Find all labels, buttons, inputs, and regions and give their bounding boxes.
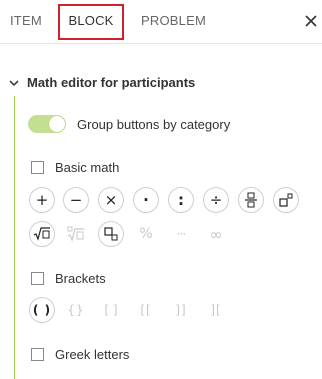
left-brackets-button[interactable]: [[ — [133, 297, 159, 323]
percent-icon: % — [139, 226, 153, 242]
section-header-math-editor[interactable]: Math editor for participants — [8, 72, 195, 92]
dot-icon: · — [143, 191, 149, 209]
nth-root-icon — [67, 226, 84, 242]
brackets-row: Brackets — [31, 270, 106, 286]
subscript-icon — [104, 227, 118, 241]
brackets-checkbox[interactable] — [31, 271, 44, 285]
minus-icon: − — [69, 191, 83, 209]
dot-button[interactable]: · — [133, 187, 159, 213]
infinity-icon: ∞ — [209, 224, 223, 244]
basic-math-row: Basic math — [31, 159, 119, 175]
divide-icon: ÷ — [209, 191, 223, 209]
left-brackets-icon: [[ — [140, 303, 152, 317]
colon-button[interactable]: : — [168, 187, 194, 213]
tab-bar: ITEM BLOCK PROBLEM — [0, 0, 322, 44]
tab-block[interactable]: BLOCK — [58, 4, 124, 40]
basic-math-label: Basic math — [55, 159, 120, 175]
subscript-button[interactable] — [98, 221, 124, 247]
square-brackets-icon: [ ] — [104, 303, 118, 317]
tab-problem[interactable]: PROBLEM — [141, 0, 206, 44]
fraction-icon — [245, 192, 257, 208]
toggle-label: Group buttons by category — [77, 116, 231, 132]
minus-button[interactable]: − — [63, 187, 89, 213]
group-buttons-toggle-row: Group buttons by category — [28, 114, 230, 134]
ellipsis-icon: ··· — [176, 227, 187, 241]
reversed-brackets-icon: ][ — [210, 303, 222, 317]
section-title: Math editor for participants — [27, 74, 196, 90]
plus-icon: + — [35, 191, 49, 209]
greek-letters-checkbox[interactable] — [31, 347, 44, 361]
infinity-button[interactable]: ∞ — [203, 221, 229, 247]
section-divider-line — [14, 96, 15, 379]
times-icon: × — [104, 191, 118, 209]
curly-braces-button[interactable]: {} — [63, 297, 89, 323]
superscript-icon — [279, 193, 293, 207]
chevron-down-icon — [8, 76, 20, 88]
curly-braces-icon: {} — [67, 303, 85, 317]
plus-button[interactable]: + — [29, 187, 55, 213]
right-brackets-icon: ]] — [175, 303, 187, 317]
square-brackets-button[interactable]: [ ] — [98, 297, 124, 323]
tab-item[interactable]: ITEM — [10, 0, 42, 44]
nth-root-button[interactable] — [63, 221, 89, 247]
colon-icon: : — [178, 191, 184, 209]
percent-button[interactable]: % — [133, 221, 159, 247]
basic-math-checkbox[interactable] — [31, 160, 44, 174]
square-root-button[interactable] — [29, 221, 55, 247]
square-root-icon — [33, 227, 50, 241]
right-brackets-button[interactable]: ]] — [168, 297, 194, 323]
times-button[interactable]: × — [98, 187, 124, 213]
greek-letters-row: Greek letters — [31, 346, 129, 362]
parentheses-icon: ( ) — [32, 303, 52, 317]
close-icon[interactable] — [302, 11, 320, 31]
superscript-button[interactable] — [273, 187, 299, 213]
toggle-knob — [49, 116, 65, 132]
fraction-button[interactable] — [238, 187, 264, 213]
brackets-label: Brackets — [55, 270, 106, 286]
parentheses-button[interactable]: ( ) — [29, 297, 55, 323]
reversed-brackets-button[interactable]: ][ — [203, 297, 229, 323]
divide-button[interactable]: ÷ — [203, 187, 229, 213]
group-buttons-toggle[interactable] — [28, 115, 66, 133]
greek-letters-label: Greek letters — [55, 346, 130, 362]
ellipsis-button[interactable]: ··· — [168, 221, 194, 247]
